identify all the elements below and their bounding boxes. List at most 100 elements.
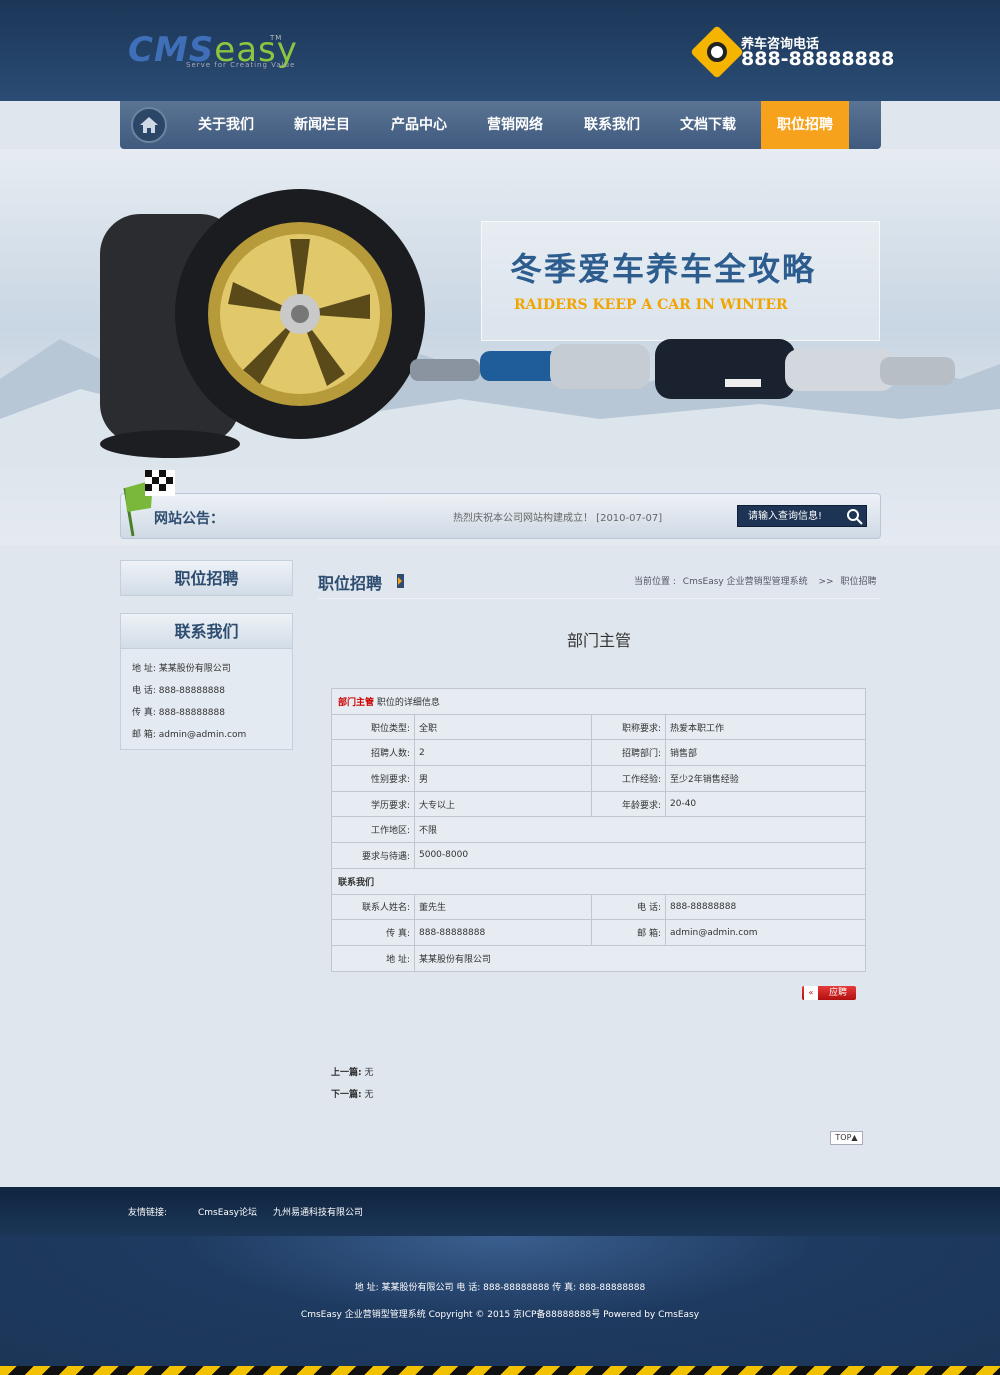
breadcrumb-label: 当前位置 : <box>634 577 676 587</box>
arrow-right-icon <box>397 574 404 588</box>
nav-item-contact[interactable]: 联系我们 <box>564 101 660 149</box>
friend-link[interactable]: CmsEasy论坛 <box>198 1205 257 1218</box>
main-nav: 关于我们 新闻栏目 产品中心 营销网络 联系我们 文档下载 职位招聘 <box>120 101 881 149</box>
notice-label: 网站公告： <box>154 511 224 527</box>
back-to-top-button[interactable]: TOP▲ <box>830 1131 863 1145</box>
cell-value: 不限 <box>414 816 866 844</box>
table-header-job: 部门主管 <box>338 697 375 708</box>
back-to-top-label: TOP <box>835 1133 852 1142</box>
sidebar-contact-address: 地 址: 某某股份有限公司 <box>132 664 231 674</box>
cell-value: 888-88888888 <box>414 919 592 946</box>
sidebar-heading-contact: 联系我们 <box>120 613 293 649</box>
cell-value: 董先生 <box>414 893 592 921</box>
breadcrumb-home[interactable]: CmsEasy 企业营销型管理系统 <box>683 577 808 587</box>
prev-label: 上一篇: <box>331 1068 362 1078</box>
prev-value: 无 <box>364 1068 374 1078</box>
cell-value: 大专以上 <box>414 790 592 818</box>
cell-value: admin@admin.com <box>665 919 866 946</box>
prev-article: 上一篇: 无 <box>331 1065 374 1078</box>
nav-item-downloads[interactable]: 文档下载 <box>660 101 756 149</box>
next-label: 下一篇: <box>331 1090 362 1100</box>
nav-item-about[interactable]: 关于我们 <box>178 101 274 149</box>
cars-illustration <box>410 339 955 399</box>
search-input[interactable] <box>738 506 844 526</box>
cell-value: 20-40 <box>665 790 866 818</box>
cell-label: 要求与待遇: <box>331 842 415 869</box>
cell-label: 工作经验: <box>591 765 666 792</box>
cell-label: 职称要求: <box>591 713 666 741</box>
nav-item-network[interactable]: 营销网络 <box>467 101 563 149</box>
breadcrumb-separator: >> <box>818 577 834 587</box>
cell-value: 5000-8000 <box>414 842 866 869</box>
divider <box>318 598 880 599</box>
hazard-stripe <box>0 1366 1000 1375</box>
sidebar-contact-fax: 传 真: 888-88888888 <box>132 708 225 718</box>
cell-value: 男 <box>414 765 592 792</box>
friend-link[interactable]: 九州易通科技有限公司 <box>273 1205 363 1218</box>
apply-button-label: 应聘 <box>828 988 847 998</box>
cell-label: 传 真: <box>331 919 415 946</box>
banner-subtitle: RAIDERS KEEP A CAR IN WINTER <box>514 297 788 313</box>
cell-label: 邮 箱: <box>591 919 666 946</box>
home-button[interactable] <box>131 107 167 143</box>
cell-label: 年龄要求: <box>591 790 666 818</box>
cell-value: 销售部 <box>665 739 866 767</box>
cell-label: 联系人姓名: <box>331 893 415 921</box>
table-row: 工作地区: 不限 <box>331 816 866 844</box>
tire-wheel-illustration <box>100 189 425 458</box>
job-detail-table: 部门主管 职位的详细信息 职位类型: 全职 职称要求: 热爱本职工作 招聘人数:… <box>331 688 866 972</box>
footer-contact-info: 地 址: 某某股份有限公司 电 话: 888-88888888 传 真: 888… <box>354 1283 646 1293</box>
cell-value: 某某股份有限公司 <box>414 944 866 972</box>
search-box <box>737 505 867 527</box>
sidebar-contact-phone: 电 话: 888-88888888 <box>132 686 225 696</box>
site-footer: 地 址: 某某股份有限公司 电 话: 888-88888888 传 真: 888… <box>0 1236 1000 1366</box>
next-value: 无 <box>364 1090 374 1100</box>
logo-slogan: Serve for Creating Value <box>186 61 296 69</box>
cell-value: 至少2年销售经验 <box>665 765 866 792</box>
breadcrumb: 当前位置 : CmsEasy 企业营销型管理系统 >> 职位招聘 <box>634 574 876 587</box>
cell-label: 地 址: <box>331 944 415 972</box>
sidebar-contact-email: 邮 箱: admin@admin.com <box>132 730 247 740</box>
cell-label: 招聘人数: <box>331 739 415 767</box>
logo[interactable]: CMSeasy TM Serve for Creating Value <box>128 30 298 70</box>
footer-copyright: CmsEasy 企业营销型管理系统 Copyright © 2015 京ICP备… <box>300 1310 700 1320</box>
cell-label: 学历要求: <box>331 790 415 818</box>
table-section-contact: 联系我们 <box>331 867 866 895</box>
hotline-number: 888-88888888 <box>741 48 895 70</box>
caret-up-icon: ▲ <box>851 1133 858 1142</box>
cell-value: 2 <box>414 739 592 767</box>
cell-label: 性别要求: <box>331 765 415 792</box>
sidebar-heading-jobs[interactable]: 职位招聘 <box>120 560 293 596</box>
table-row: 地 址: 某某股份有限公司 <box>331 944 866 972</box>
table-header-desc: 职位的详细信息 <box>374 697 440 708</box>
breadcrumb-current[interactable]: 职位招聘 <box>840 577 876 587</box>
notice-bar: 网站公告： 热烈庆祝本公司网站构建成立！ [2010-07-07] <box>120 470 881 539</box>
job-title: 部门主管 <box>566 631 631 650</box>
double-chevron-left-icon: « <box>804 986 818 1000</box>
cell-value: 888-88888888 <box>665 893 866 921</box>
cell-value: 全职 <box>414 713 592 741</box>
logo-trademark: TM <box>270 34 283 42</box>
table-row: 学历要求: 大专以上 年龄要求: 20-40 <box>331 790 866 818</box>
notice-text[interactable]: 热烈庆祝本公司网站构建成立！ [2010-07-07] <box>453 509 662 524</box>
table-row: 性别要求: 男 工作经验: 至少2年销售经验 <box>331 765 866 792</box>
banner-title: 冬季爱车养车全攻略 <box>510 250 817 288</box>
table-row: 招聘人数: 2 招聘部门: 销售部 <box>331 739 866 767</box>
sidebar-contact-box: 地 址: 某某股份有限公司 电 话: 888-88888888 传 真: 888… <box>120 649 293 750</box>
banner-text-panel: 冬季爱车养车全攻略 RAIDERS KEEP A CAR IN WINTER <box>481 221 880 341</box>
cell-value: 热爱本职工作 <box>665 713 866 741</box>
table-row: 传 真: 888-88888888 邮 箱: admin@admin.com <box>331 919 866 946</box>
wheel-icon <box>690 25 744 79</box>
nav-item-products[interactable]: 产品中心 <box>371 101 467 149</box>
apply-button[interactable]: « 应聘 <box>802 986 856 1000</box>
nav-item-news[interactable]: 新闻栏目 <box>274 101 370 149</box>
table-row: 联系人姓名: 董先生 电 话: 888-88888888 <box>331 893 866 921</box>
home-icon <box>140 117 158 133</box>
search-icon[interactable] <box>846 508 864 526</box>
cell-label: 工作地区: <box>331 816 415 844</box>
nav-item-jobs[interactable]: 职位招聘 <box>761 101 849 149</box>
table-section-row: 联系我们 <box>331 867 866 895</box>
friend-links-bar: 友情链接: CmsEasy论坛 九州易通科技有限公司 <box>0 1187 1000 1236</box>
table-row: 职位类型: 全职 职称要求: 热爱本职工作 <box>331 713 866 741</box>
page-title: 职位招聘 <box>318 574 383 593</box>
